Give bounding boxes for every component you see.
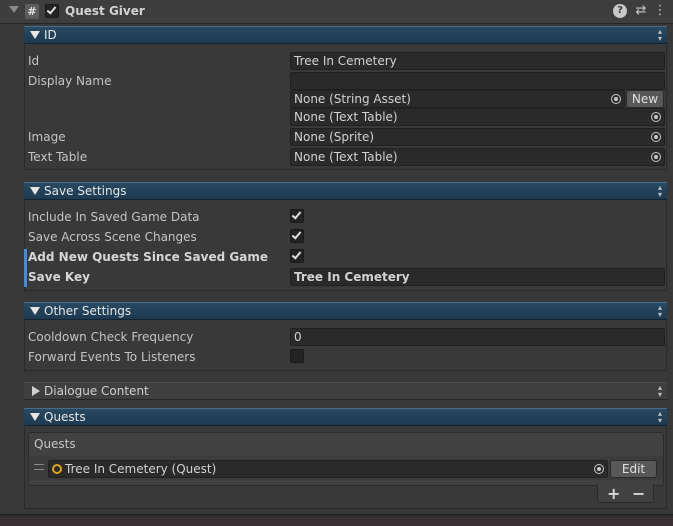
quest-item-value: Tree In Cemetery (Quest) (65, 462, 217, 476)
include-saved-label: Include In Saved Game Data (28, 210, 200, 224)
add-list-item-button[interactable]: + (607, 484, 620, 503)
expanded-arrow-icon (30, 307, 40, 315)
reorder-icon[interactable]: ▴ ▾ (658, 384, 662, 399)
modified-indicator (24, 249, 27, 287)
foldout-other-settings[interactable]: Other Settings ▴ ▾ (24, 302, 667, 320)
object-picker-icon[interactable] (651, 132, 661, 142)
foldout-other-settings-label: Other Settings (44, 304, 132, 318)
save-key-input[interactable]: Tree In Cemetery (290, 268, 665, 286)
collapsed-arrow-icon (32, 386, 40, 396)
list-footer (597, 484, 654, 503)
foldout-save-settings-label: Save Settings (44, 184, 127, 198)
image-field[interactable]: None (Sprite) (290, 128, 665, 146)
foldout-quests-label: Quests (44, 410, 86, 424)
forward-events-checkbox[interactable] (290, 349, 304, 363)
foldout-dialogue-content[interactable]: Dialogue Content ▴ ▾ (24, 382, 667, 400)
string-asset-field[interactable]: None (String Asset) (290, 90, 625, 108)
drag-handle-icon[interactable] (34, 464, 44, 470)
help-icon[interactable]: ? (613, 4, 627, 18)
quest-object-field[interactable]: Tree In Cemetery (Quest) (48, 460, 608, 478)
text-table-field[interactable]: None (Text Table) (290, 148, 665, 166)
edit-quest-button[interactable]: Edit (610, 460, 657, 478)
object-picker-icon[interactable] (651, 112, 661, 122)
save-across-label: Save Across Scene Changes (28, 230, 197, 244)
string-asset-value: None (String Asset) (294, 92, 411, 106)
component-header: # Quest Giver ? ⇄ ⋮ (0, 0, 673, 24)
cooldown-input[interactable]: 0 (290, 328, 665, 346)
add-new-quests-checkbox[interactable] (290, 249, 304, 263)
reorder-icon[interactable]: ▴ ▾ (658, 410, 662, 425)
foldout-dialogue-content-label: Dialogue Content (44, 384, 149, 398)
check-icon (291, 249, 302, 260)
object-picker-icon[interactable] (651, 152, 661, 162)
context-menu-icon[interactable]: ⋮ (653, 4, 667, 18)
save-key-label: Save Key (28, 270, 90, 284)
text-table-label: Text Table (28, 150, 88, 164)
presets-icon[interactable]: ⇄ (634, 4, 648, 18)
quests-list-header: Quests (34, 437, 76, 451)
include-saved-checkbox[interactable] (290, 209, 304, 223)
check-icon (46, 4, 57, 15)
forward-events-label: Forward Events To Listeners (28, 350, 196, 364)
id-label: Id (28, 54, 40, 68)
reorder-icon[interactable]: ▴ ▾ (658, 304, 662, 319)
save-across-checkbox[interactable] (290, 229, 304, 243)
expanded-arrow-icon (30, 31, 40, 39)
display-name-input[interactable] (290, 72, 665, 90)
quest-icon (52, 464, 62, 474)
next-component-edge (0, 517, 673, 526)
script-icon: # (25, 4, 39, 19)
foldout-id[interactable]: ID ▴ ▾ (24, 26, 667, 44)
object-picker-icon[interactable] (594, 464, 604, 474)
image-value: None (Sprite) (294, 130, 375, 144)
component-foldout-arrow-icon[interactable] (9, 6, 19, 13)
new-string-asset-button[interactable]: New (626, 90, 664, 108)
component-title: Quest Giver (65, 4, 145, 18)
display-text-table-field[interactable]: None (Text Table) (290, 108, 665, 126)
foldout-id-label: ID (44, 28, 57, 42)
remove-list-item-button[interactable]: − (632, 484, 645, 503)
component-enabled-checkbox[interactable] (45, 4, 59, 18)
reorder-icon[interactable]: ▴ ▾ (658, 28, 662, 43)
foldout-save-settings[interactable]: Save Settings ▴ ▾ (24, 182, 667, 200)
display-name-label: Display Name (28, 74, 112, 88)
reorder-icon[interactable]: ▴ ▾ (658, 184, 662, 199)
expanded-arrow-icon (30, 413, 40, 421)
cooldown-label: Cooldown Check Frequency (28, 330, 194, 344)
object-picker-icon[interactable] (611, 94, 621, 104)
expanded-arrow-icon (30, 187, 40, 195)
add-new-quests-label: Add New Quests Since Saved Game (28, 250, 268, 264)
check-icon (291, 209, 302, 220)
text-table-value: None (Text Table) (294, 150, 398, 164)
foldout-quests[interactable]: Quests ▴ ▾ (24, 408, 667, 426)
id-input[interactable]: Tree In Cemetery (290, 52, 665, 70)
image-label: Image (28, 130, 66, 144)
display-text-table-value: None (Text Table) (294, 110, 398, 124)
check-icon (291, 229, 302, 240)
